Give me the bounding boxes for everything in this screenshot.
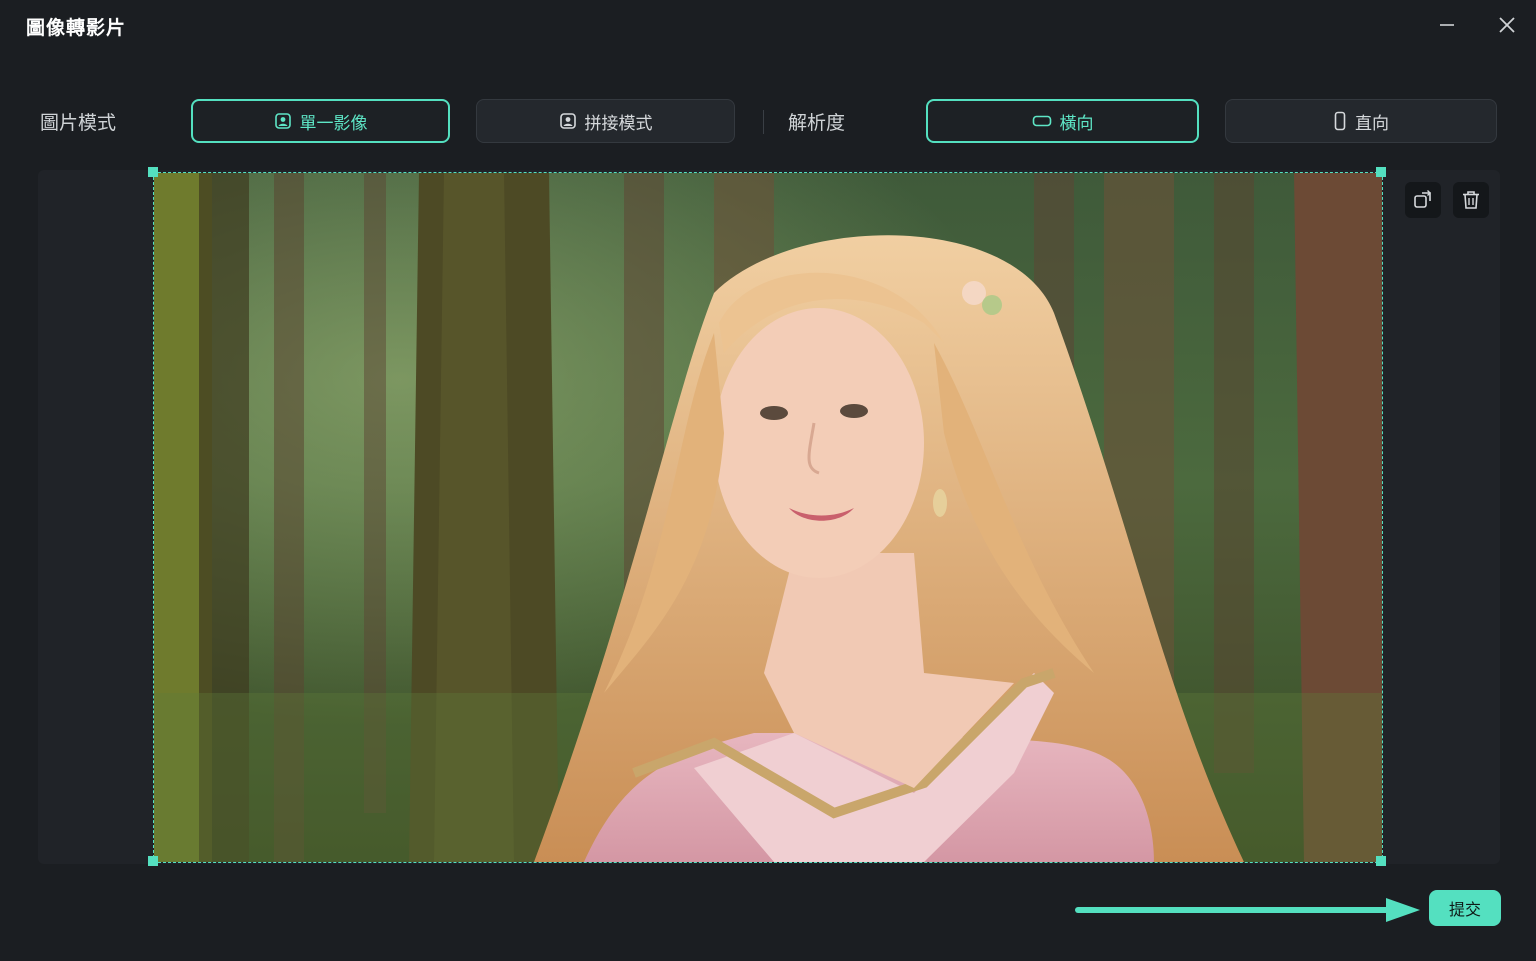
uploaded-image[interactable]: [153, 172, 1383, 863]
close-button[interactable]: [1492, 10, 1522, 40]
minimize-icon: [1440, 24, 1454, 26]
replace-image-button[interactable]: [1405, 182, 1441, 218]
single-image-label: 單一影像: [299, 113, 368, 134]
trash-icon: [1463, 191, 1479, 209]
landscape-label: 橫向: [1059, 113, 1094, 134]
landscape-icon: [1032, 114, 1052, 128]
collage-mode-option[interactable]: 拼接模式: [476, 99, 735, 143]
portrait-icon: [1333, 111, 1347, 131]
resolution-label: 解析度: [788, 112, 846, 134]
single-image-option[interactable]: 單一影像: [191, 99, 450, 143]
divider: [763, 110, 764, 134]
replace-icon: [1414, 190, 1431, 208]
close-icon: [1499, 17, 1515, 33]
landscape-option[interactable]: 橫向: [926, 99, 1199, 143]
portrait-label: 直向: [1355, 113, 1389, 134]
image-mode-label: 圖片模式: [40, 112, 117, 134]
minimize-button[interactable]: [1432, 10, 1462, 40]
submit-button[interactable]: 提交: [1429, 890, 1501, 926]
crop-handle-bottom-right[interactable]: [1376, 856, 1386, 866]
collage-mode-label: 拼接模式: [584, 113, 653, 134]
delete-image-button[interactable]: [1453, 182, 1489, 218]
portrait-option[interactable]: 直向: [1225, 99, 1497, 143]
crop-handle-bottom-left[interactable]: [148, 856, 158, 866]
pointer-arrow-icon: [1075, 898, 1420, 922]
portrait-image-icon: [274, 112, 292, 130]
window-title: 圖像轉影片: [26, 17, 127, 39]
forest-portrait-image: [154, 173, 1382, 862]
crop-handle-top-left[interactable]: [148, 167, 158, 177]
portrait-image-icon: [559, 112, 577, 130]
crop-handle-top-right[interactable]: [1376, 167, 1386, 177]
